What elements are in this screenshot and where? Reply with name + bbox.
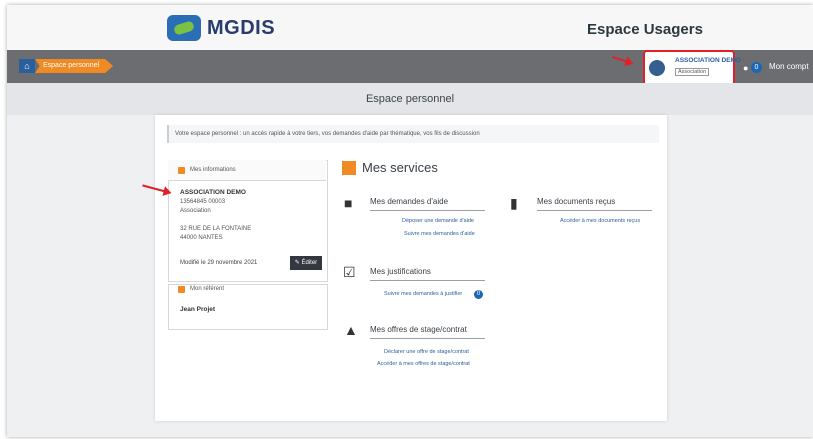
avatar [649,60,665,76]
user-icon [178,167,185,174]
justifications-title: Mes justifications [370,267,431,276]
account-name: ASSOCIATION DEMO [675,57,741,64]
documents-recus-link[interactable]: Accéder à mes documents reçus [560,218,640,224]
referent-name: Jean Projet [180,306,216,313]
divider [370,338,485,339]
suivre-demandes-link[interactable]: Suivre mes demandes d'aide [404,231,475,237]
info-address-line1: 32 RUE DE LA FONTAINE [180,226,252,232]
info-address-line2: 44000 NANTES [180,235,223,241]
offres-title: Mes offres de stage/contrat [370,325,467,334]
services-icon [342,161,356,175]
edit-icon: ✎ [294,260,302,266]
home-icon[interactable]: ⌂ [19,59,35,73]
edit-label: Éditer [301,260,318,266]
info-siret: 13564845 00003 [180,199,226,205]
edit-button[interactable]: ✎ Éditer [290,256,322,270]
graduation-cap-icon: ▲ [344,322,358,338]
acceder-offres-link[interactable]: Accéder à mes offres de stage/contrat [377,361,470,367]
espace-title: Espace Usagers [587,21,703,38]
logo-text: MGDIS [207,16,276,39]
divider [370,280,485,281]
demandes-title: Mes demandes d'aide [370,197,449,206]
modified-date: Modifié le 29 novembre 2021 [180,260,258,266]
info-type: Association [180,208,211,214]
page-title: Espace personnel [365,93,455,105]
intro-text: Votre espace personnel : un accès rapide… [167,125,659,143]
justifications-badge: 0 [474,290,483,299]
document-icon: ▮ [510,195,518,211]
suivre-justifier-link[interactable]: Suivre mes demandes à justifier [384,291,462,297]
services-title: Mes services [362,160,438,175]
mgdis-logo-icon [167,15,201,41]
user-icon[interactable]: ● [743,63,748,73]
documents-title: Mes documents reçus [537,197,616,206]
declarer-offre-link[interactable]: Déclarer une offre de stage/contrat [384,349,469,355]
account-switcher[interactable]: ASSOCIATION DEMO Association [643,50,741,86]
notification-badge[interactable]: 0 [751,62,762,73]
folder-icon: ■ [344,195,353,211]
deposer-demande-link[interactable]: Déposer une demande d'aide [402,218,474,224]
id-card-icon [178,286,185,293]
mes-informations-label: Mes informations [190,167,236,173]
referent-label: Mon référent [190,286,225,292]
logo[interactable]: MGDIS [167,15,275,41]
divider [370,210,485,211]
account-type-tag: Association [675,68,710,76]
mon-compte-link[interactable]: Mon compt [769,62,809,71]
info-name: ASSOCIATION DEMO [180,189,246,196]
divider [537,210,652,211]
checkbox-icon: ☑ [343,264,356,280]
breadcrumb[interactable]: Espace personnel [35,59,114,73]
